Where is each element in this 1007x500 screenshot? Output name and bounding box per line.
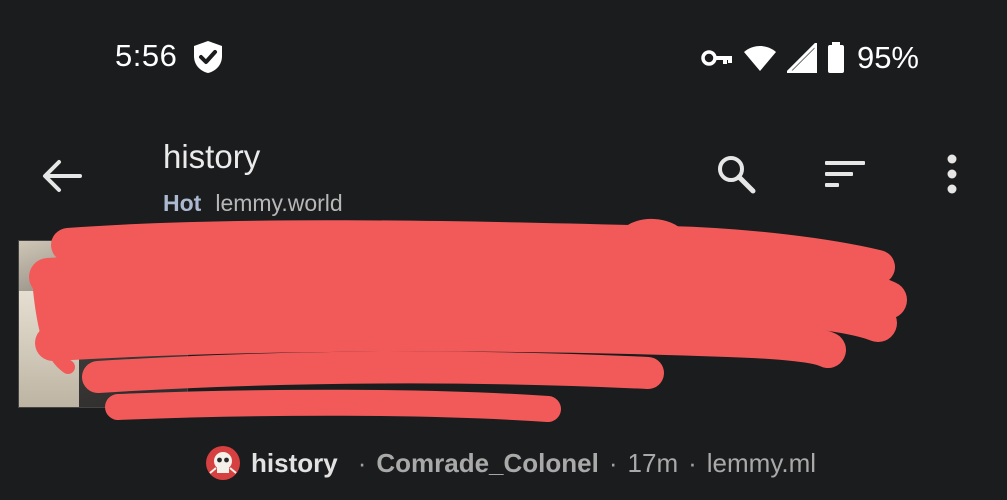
search-icon <box>715 153 757 200</box>
thumbnail-region <box>117 241 187 407</box>
more-options-button[interactable] <box>922 146 982 206</box>
sort-button[interactable] <box>815 146 875 206</box>
battery-icon <box>827 42 845 74</box>
battery-percentage: 95% <box>856 40 919 75</box>
vpn-shield-icon <box>192 40 224 74</box>
subtitle: Hot lemmy.world <box>163 190 343 217</box>
wifi-icon <box>743 44 777 72</box>
author-name[interactable]: Comrade_Colonel <box>376 448 599 479</box>
sort-label: Hot <box>163 190 202 216</box>
separator: · <box>688 447 697 478</box>
post-domain[interactable]: lemmy.ml <box>707 448 816 479</box>
screen: 5:56 95% history Hot lemmy.world history… <box>0 0 1007 500</box>
community-name[interactable]: history <box>251 448 338 479</box>
separator: · <box>608 447 618 478</box>
post-thumbnail[interactable] <box>18 240 188 408</box>
key-icon <box>701 49 733 67</box>
page-title: history <box>163 138 261 175</box>
status-icons: 95% <box>701 38 919 78</box>
more-vert-icon <box>946 154 958 199</box>
back-arrow-icon <box>42 159 82 198</box>
sort-icon <box>824 159 866 194</box>
signal-icon <box>786 43 817 73</box>
status-time: 5:56 <box>115 38 178 73</box>
separator: · <box>357 447 367 478</box>
community-avatar-icon[interactable] <box>205 445 241 481</box>
post-age: 17m <box>627 447 679 478</box>
post-meta: history · Comrade_Colonel · 17m · lemmy.… <box>205 443 816 483</box>
thumbnail-region <box>19 291 79 407</box>
instance-label: lemmy.world <box>215 190 343 216</box>
search-button[interactable] <box>706 146 766 206</box>
back-button[interactable] <box>30 150 94 206</box>
